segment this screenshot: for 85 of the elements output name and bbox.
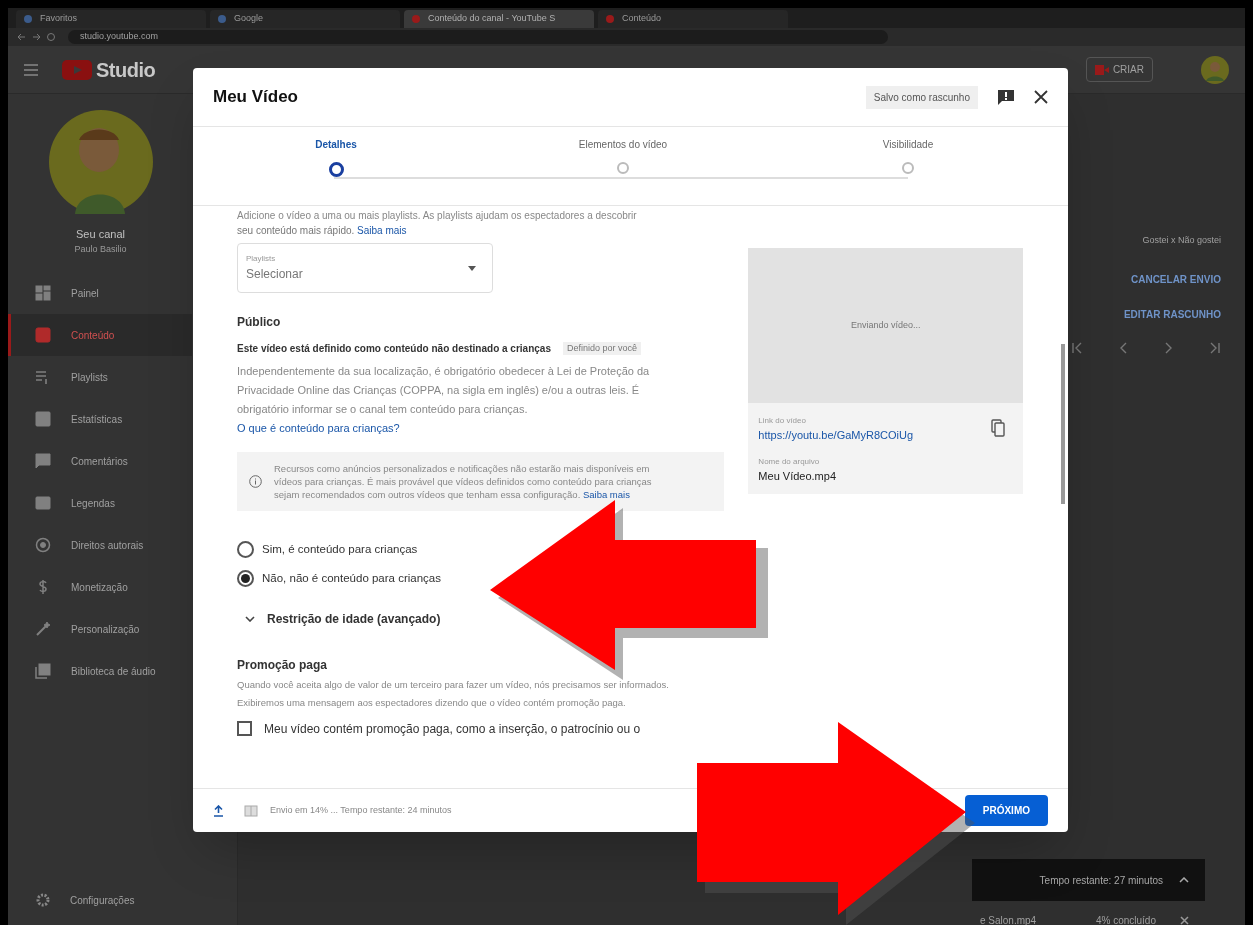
field-label: Link do vídeo bbox=[758, 415, 807, 427]
description-text: seu conteúdo mais rápido. Saiba mais bbox=[237, 224, 408, 238]
video-link[interactable]: https://youtu.be/GaMyR8COiUg bbox=[758, 427, 991, 444]
description-text: Adicione o vídeo a uma ou mais playlists. As playlists ajudam os espectadores a descobrir bbox=[237, 209, 638, 223]
settings-item[interactable]: Configurações bbox=[8, 875, 192, 925]
caret-icon bbox=[468, 265, 476, 271]
sidebar-item[interactable]: Estatísticas bbox=[8, 398, 192, 440]
radio-option[interactable]: Não, não é conteúdo para crianças bbox=[237, 570, 441, 588]
next-button[interactable]: PRÓXIMO bbox=[964, 795, 1048, 826]
tab-favicon-icon bbox=[412, 15, 420, 23]
save-status: Salvo como rascunho bbox=[865, 85, 978, 109]
address-bar[interactable]: studio.youtube.com bbox=[68, 30, 888, 44]
tab-favicon-icon bbox=[24, 15, 32, 23]
channel-name: Paulo Basilio bbox=[74, 242, 127, 256]
copyright-icon bbox=[35, 537, 51, 553]
upload-icon bbox=[213, 804, 224, 817]
wand-icon bbox=[35, 621, 51, 637]
notice-text: Recursos como anúncios personalizados e notificações não estarão mais disponíveis em vídeos para crianças. É mais provável que vídeos definidos como conteúdo para crianças sejam recomendados com outros vídeos que tenham essa configuração. Saiba mais bbox=[274, 462, 653, 501]
step-tab[interactable]: Visibilidade bbox=[882, 137, 934, 152]
camera-icon bbox=[1094, 64, 1109, 75]
sidebar-item[interactable]: Comentários bbox=[8, 440, 192, 482]
radio-option[interactable]: Sim, é conteúdo para crianças bbox=[237, 541, 418, 559]
step-tab[interactable]: Detalhes bbox=[315, 137, 357, 152]
library-icon bbox=[35, 663, 51, 679]
playlist-dropdown[interactable]: Playlists Selecionar bbox=[237, 243, 493, 293]
sidebar-item[interactable]: Conteúdo bbox=[8, 314, 192, 356]
menu-icon[interactable] bbox=[24, 63, 38, 76]
channel-title: Seu canal bbox=[76, 227, 125, 242]
browser-tab[interactable]: Conteúdo bbox=[598, 10, 788, 28]
learn-more-link[interactable]: Saiba mais bbox=[582, 489, 630, 500]
description-text: Quando você aceita algo de valor de um terceiro para fazer um vídeo, nós precisamos ser informados. Exibiremos uma mensagem aos espectadores dizendo que o vídeo contém promoção paga. bbox=[237, 677, 670, 710]
dialog-title: Meu Vídeo bbox=[213, 86, 299, 109]
create-button[interactable]: CRIAR bbox=[1085, 57, 1153, 82]
section-heading: Público bbox=[237, 314, 282, 331]
promotion-checkbox-row[interactable]: Meu vídeo contém promoção paga, como a inserção, o patrocínio ou o bbox=[237, 719, 725, 738]
radio-button[interactable] bbox=[237, 570, 254, 588]
browser-tab[interactable]: Conteúdo do canal - YouTube S bbox=[404, 10, 594, 28]
sidebar-item[interactable]: Monetização bbox=[8, 566, 192, 608]
sidebar-item[interactable]: Painel bbox=[8, 272, 192, 314]
upload-status: Envio em 14% ... Tempo restante: 24 minutos bbox=[270, 803, 453, 817]
sidebar-item[interactable]: Playlists bbox=[8, 356, 192, 398]
comment-icon bbox=[35, 453, 51, 469]
gear-icon bbox=[36, 893, 50, 907]
navigation-icon[interactable] bbox=[16, 32, 56, 42]
pagination-icon[interactable] bbox=[1071, 341, 1221, 354]
age-restriction-toggle[interactable]: Restrição de idade (avançado) bbox=[245, 609, 441, 628]
logo-icon bbox=[62, 59, 92, 80]
step-tab[interactable]: Elementos do vídeo bbox=[578, 137, 668, 152]
radio-button[interactable] bbox=[237, 541, 254, 559]
video-icon bbox=[35, 327, 51, 343]
close-icon[interactable] bbox=[1034, 90, 1048, 104]
sidebar-item[interactable]: Direitos autorais bbox=[8, 524, 192, 566]
percent-text: 4% concluído bbox=[1094, 913, 1156, 925]
field-label: Playlists bbox=[246, 253, 277, 265]
file-name: e Salon.mp4 bbox=[979, 913, 1037, 925]
field-label: Nome do arquivo bbox=[758, 455, 821, 468]
action-link[interactable]: CANCELAR ENVIO bbox=[1131, 271, 1221, 287]
scrollbar[interactable] bbox=[1061, 344, 1065, 504]
caret-icon[interactable] bbox=[1179, 877, 1189, 883]
info-icon bbox=[249, 475, 262, 488]
help-link[interactable]: O que é conteúdo para crianças? bbox=[237, 422, 400, 434]
status-tag: Definido por você bbox=[562, 341, 641, 356]
description-text: Independentemente da sua localização, é obrigatório obedecer à Lei de Proteção da Privacidade Online das Crianças (COPPA, na sigla em inglês) e/ou a outras leis. É obrigatório informar se o canal tem conteúdo para crianças. O que é conteúdo para crianças? bbox=[237, 364, 651, 436]
tab-favicon-icon bbox=[218, 15, 226, 23]
sidebar-item[interactable]: Legendas bbox=[8, 482, 192, 524]
learn-more-link[interactable]: Saiba mais bbox=[357, 225, 407, 236]
column-header: Gostei x Não gostei bbox=[1142, 234, 1221, 247]
section-heading: Promoção paga bbox=[237, 656, 329, 674]
checkbox[interactable] bbox=[237, 721, 252, 736]
browser-tab[interactable]: Google bbox=[210, 10, 400, 28]
action-link[interactable]: EDITAR RASCUNHO bbox=[1123, 306, 1221, 322]
sidebar-item[interactable]: Biblioteca de áudio bbox=[8, 650, 192, 692]
studio-logo-text: Studio bbox=[96, 57, 156, 83]
feedback-icon[interactable] bbox=[998, 89, 1014, 105]
file-name: Meu Vídeo.mp4 bbox=[758, 468, 837, 484]
media-icon bbox=[244, 804, 258, 817]
dashboard-icon bbox=[35, 285, 51, 301]
audience-status: Este vídeo está definido como conteúdo não destinado a crianças bbox=[237, 342, 551, 356]
preview-status: Enviando vídeo... bbox=[850, 318, 921, 332]
field-value: Selecionar bbox=[246, 266, 304, 283]
upload-toast: Tempo restante: 27 minutos bbox=[972, 859, 1205, 901]
copy-icon[interactable] bbox=[991, 419, 1005, 437]
sidebar-item[interactable]: Personalização bbox=[8, 608, 192, 650]
tab-favicon-icon bbox=[606, 15, 614, 23]
browser-tab[interactable]: Favoritos bbox=[16, 10, 206, 28]
